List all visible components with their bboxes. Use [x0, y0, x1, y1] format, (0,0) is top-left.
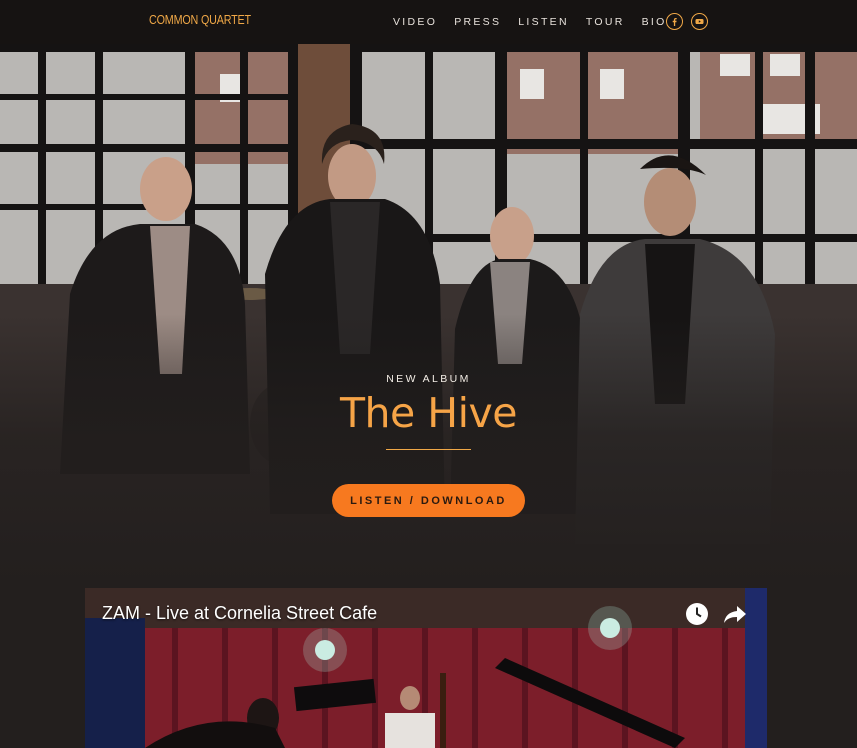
- main-nav: VIDEO PRESS LISTEN TOUR BIO: [393, 16, 684, 28]
- listen-download-button[interactable]: LISTEN / DOWNLOAD: [332, 484, 525, 517]
- top-navigation: COMMON QUARTET VIDEO PRESS LISTEN TOUR B…: [0, 0, 857, 44]
- nav-listen[interactable]: LISTEN: [518, 16, 569, 28]
- brand-logo[interactable]: COMMON QUARTET: [149, 13, 251, 27]
- facebook-icon[interactable]: [666, 13, 683, 30]
- album-title: The Hive: [340, 389, 518, 437]
- hero-section: NEW ALBUM The Hive LISTEN / DOWNLOAD: [0, 44, 857, 584]
- video-title[interactable]: ZAM - Live at Cornelia Street Cafe: [102, 603, 377, 624]
- album-eyebrow: NEW ALBUM: [386, 373, 471, 385]
- youtube-icon[interactable]: [691, 13, 708, 30]
- video-player[interactable]: ZAM - Live at Cornelia Street Cafe: [85, 588, 767, 748]
- nav-tour[interactable]: TOUR: [586, 16, 625, 28]
- share-icon[interactable]: [723, 602, 747, 626]
- nav-press[interactable]: PRESS: [454, 16, 501, 28]
- title-divider: [386, 449, 471, 450]
- nav-bio[interactable]: BIO: [642, 16, 667, 28]
- nav-video[interactable]: VIDEO: [393, 16, 437, 28]
- watch-later-icon[interactable]: [685, 602, 709, 626]
